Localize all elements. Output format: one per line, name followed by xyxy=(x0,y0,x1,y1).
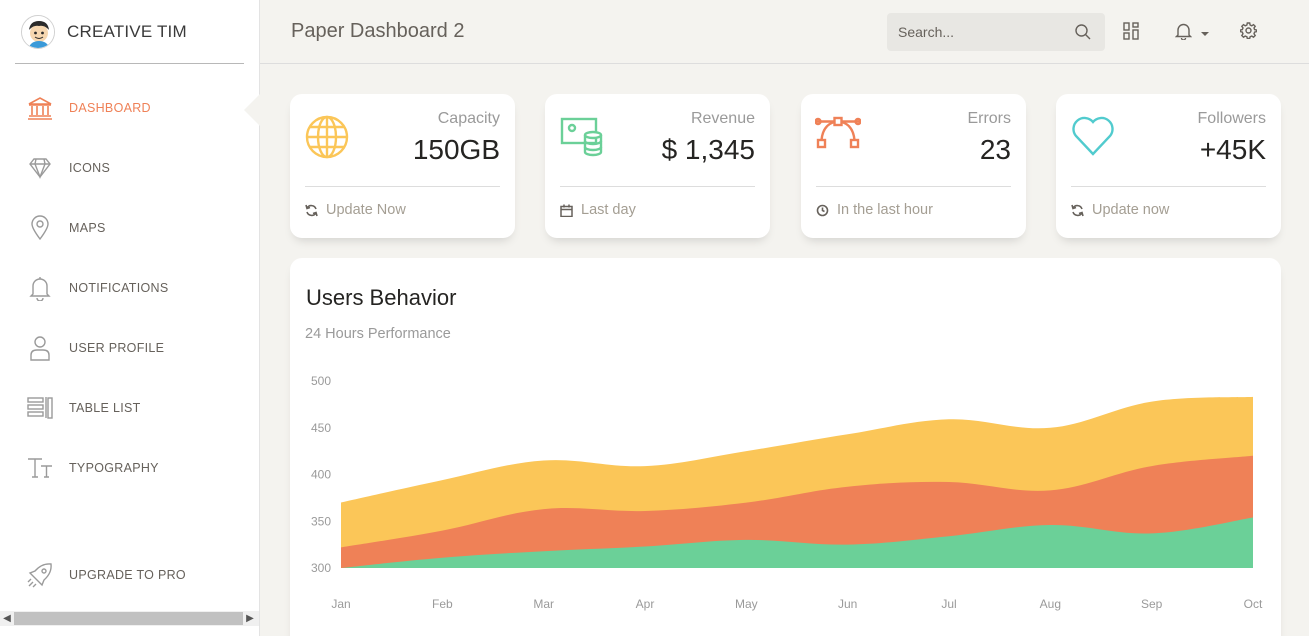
sidebar-horizontal-scrollbar[interactable]: ◀ ▶ xyxy=(0,611,259,626)
search-box xyxy=(887,13,1105,51)
sidebar-item-label: NOTIFICATIONS xyxy=(69,281,169,295)
x-tick-label: Feb xyxy=(432,597,453,611)
sidebar: CREATIVE TIM DASHBOARD ICONS MAPS NOTIFI… xyxy=(0,0,260,636)
gear-icon xyxy=(1239,22,1258,44)
upgrade-section: UPGRADE TO PRO xyxy=(0,545,259,605)
rocket-icon xyxy=(27,562,53,588)
divider xyxy=(560,186,755,187)
sidebar-item-icons[interactable]: ICONS xyxy=(0,138,259,198)
avatar xyxy=(21,14,55,49)
y-tick-label: 300 xyxy=(311,561,331,575)
brand-name: CREATIVE TIM xyxy=(67,21,187,41)
y-tick-label: 400 xyxy=(311,468,331,482)
search-input[interactable] xyxy=(887,14,1063,50)
users-behavior-card: Users Behavior 24 Hours Performance 300 3… xyxy=(290,258,1281,636)
stat-category: Revenue xyxy=(690,110,755,127)
sidebar-item-label: USER PROFILE xyxy=(69,341,165,355)
chart-subtitle: 24 Hours Performance xyxy=(305,326,451,342)
sidebar-nav: DASHBOARD ICONS MAPS NOTIFICATIONS USER … xyxy=(0,78,259,498)
diamond-icon xyxy=(27,155,53,181)
sidebar-item-label: TABLE LIST xyxy=(69,401,141,415)
stat-value: +45K xyxy=(1199,134,1266,165)
stat-footer[interactable]: Update Now xyxy=(305,202,406,218)
x-tick-label: Aug xyxy=(1040,597,1061,611)
sidebar-item-maps[interactable]: MAPS xyxy=(0,198,259,258)
scroll-right-icon[interactable]: ▶ xyxy=(243,613,257,624)
table-icon xyxy=(27,395,53,421)
scroll-left-icon[interactable]: ◀ xyxy=(0,613,14,624)
x-tick-label: May xyxy=(735,597,758,611)
stat-footer: In the last hour xyxy=(816,202,933,218)
topbar: Paper Dashboard 2 xyxy=(260,0,1309,64)
stat-value: 150GB xyxy=(412,134,500,165)
clock-icon xyxy=(816,204,829,217)
sidebar-item-label: MAPS xyxy=(69,221,106,235)
layout-icon xyxy=(1123,21,1139,45)
stat-footer-text: In the last hour xyxy=(837,202,933,218)
stat-card-revenue: Revenue $ 1,345 Last day xyxy=(545,94,770,238)
y-tick-label: 450 xyxy=(311,421,331,435)
scrollbar-thumb[interactable] xyxy=(14,612,243,625)
y-tick-label: 350 xyxy=(311,514,331,528)
refresh-icon xyxy=(305,204,318,217)
stat-card-errors: Errors 23 In the last hour xyxy=(801,94,1026,238)
x-tick-label: Jun xyxy=(838,597,857,611)
divider xyxy=(305,186,500,187)
caret-down-icon xyxy=(1201,24,1209,42)
x-tick-label: Jul xyxy=(941,597,956,611)
stat-footer-text: Last day xyxy=(581,202,636,218)
sidebar-item-label: ICONS xyxy=(69,161,111,175)
sidebar-item-label: TYPOGRAPHY xyxy=(69,461,159,475)
x-tick-label: Oct xyxy=(1244,597,1263,611)
sidebar-logo[interactable]: CREATIVE TIM xyxy=(15,0,244,64)
bell-icon xyxy=(27,275,53,301)
stat-footer-text: Update Now xyxy=(326,202,406,218)
search-icon[interactable] xyxy=(1063,24,1103,40)
vector-icon xyxy=(814,114,865,164)
calendar-icon xyxy=(560,204,573,217)
settings-button[interactable] xyxy=(1239,22,1258,44)
y-tick-label: 500 xyxy=(311,374,331,388)
stat-footer[interactable]: Update now xyxy=(1071,202,1169,218)
stat-footer: Last day xyxy=(560,202,636,218)
sidebar-item-upgrade[interactable]: UPGRADE TO PRO xyxy=(0,545,259,605)
bell-icon xyxy=(1174,22,1193,45)
stat-category: Capacity xyxy=(437,110,500,127)
x-tick-label: Apr xyxy=(636,597,655,611)
x-tick-label: Mar xyxy=(533,597,554,611)
page-title[interactable]: Paper Dashboard 2 xyxy=(291,20,464,43)
money-coins-icon xyxy=(559,114,609,164)
sidebar-item-dashboard[interactable]: DASHBOARD xyxy=(0,78,259,138)
users-behavior-chart: 300 350 400 450 500 Jan Feb Mar Apr May Jun Jul Aug S… xyxy=(311,374,1263,611)
active-indicator-arrow xyxy=(244,94,260,126)
stat-value: 23 xyxy=(979,134,1011,165)
bank-icon xyxy=(27,95,53,121)
dashboard-layout-button[interactable] xyxy=(1123,21,1139,45)
user-icon xyxy=(27,335,53,361)
sidebar-item-table-list[interactable]: TABLE LIST xyxy=(0,378,259,438)
sidebar-item-notifications[interactable]: NOTIFICATIONS xyxy=(0,258,259,318)
sidebar-item-label: DASHBOARD xyxy=(69,101,151,115)
heart-icon xyxy=(1070,114,1120,164)
sidebar-item-label: UPGRADE TO PRO xyxy=(69,568,186,582)
refresh-icon xyxy=(1071,204,1084,217)
pin-icon xyxy=(27,215,53,241)
stat-footer-text: Update now xyxy=(1092,202,1170,218)
x-tick-label: Jan xyxy=(331,597,350,611)
divider xyxy=(1071,186,1266,187)
text-icon xyxy=(27,455,53,481)
globe-icon xyxy=(304,114,354,164)
stat-card-followers: Followers +45K Update now xyxy=(1056,94,1281,238)
notifications-dropdown-button[interactable] xyxy=(1174,22,1209,45)
x-tick-label: Sep xyxy=(1141,597,1163,611)
stat-card-capacity: Capacity 150GB Update Now xyxy=(290,94,515,238)
sidebar-item-typography[interactable]: TYPOGRAPHY xyxy=(0,438,259,498)
stat-category: Errors xyxy=(967,110,1011,127)
sidebar-item-user-profile[interactable]: USER PROFILE xyxy=(0,318,259,378)
chart-title: Users Behavior xyxy=(306,285,457,310)
stat-value: $ 1,345 xyxy=(661,134,755,165)
stat-category: Followers xyxy=(1197,110,1266,127)
divider xyxy=(816,186,1011,187)
